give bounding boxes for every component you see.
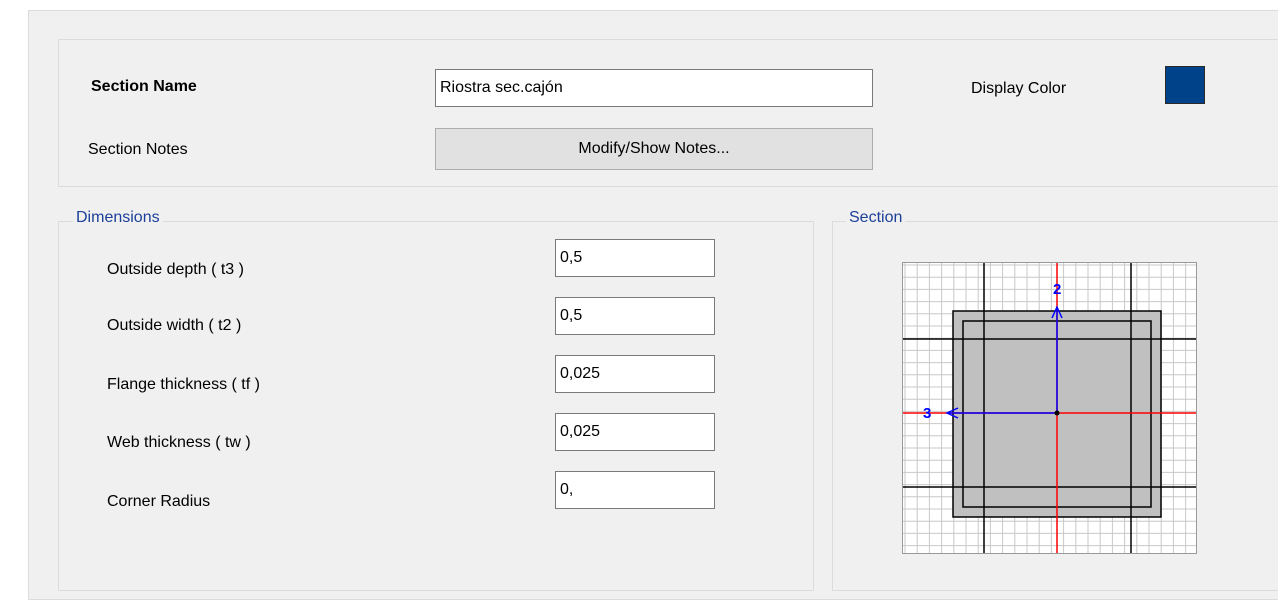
flange-thickness-value: 0,025 [560,365,601,382]
section-drawing: 2 3 [903,263,1196,553]
section-title: Section [846,209,906,227]
corner-radius-input[interactable]: 0, [555,471,715,509]
display-color-label: Display Color [971,80,1067,97]
local-axis-3-label: 3 [923,405,931,422]
modify-show-notes-label: Modify/Show Notes... [578,140,730,157]
web-thickness-label: Web thickness ( tw ) [107,434,251,451]
dimensions-title: Dimensions [73,209,163,227]
modify-show-notes-button[interactable]: Modify/Show Notes... [435,128,873,170]
section-name-input[interactable]: Riostra sec.cajón [435,69,873,107]
outside-depth-input[interactable]: 0,5 [555,239,715,277]
outside-width-label: Outside width ( t2 ) [107,317,242,334]
section-preview: 2 3 [902,262,1197,554]
outside-width-value: 0,5 [560,307,583,324]
local-axis-2-label: 2 [1053,281,1061,298]
web-thickness-value: 0,025 [560,423,601,440]
section-name-value: Riostra sec.cajón [440,79,563,96]
flange-thickness-label: Flange thickness ( tf ) [107,376,260,393]
section-name-label: Section Name [91,78,197,95]
corner-radius-value: 0, [560,481,574,498]
outside-depth-value: 0,5 [560,249,583,266]
outside-width-input[interactable]: 0,5 [555,297,715,335]
flange-thickness-input[interactable]: 0,025 [555,355,715,393]
corner-radius-label: Corner Radius [107,493,211,510]
web-thickness-input[interactable]: 0,025 [555,413,715,451]
section-notes-label: Section Notes [88,141,188,158]
centroid-point [1054,410,1060,416]
display-color-swatch[interactable] [1165,66,1205,104]
outside-depth-label: Outside depth ( t3 ) [107,261,244,278]
